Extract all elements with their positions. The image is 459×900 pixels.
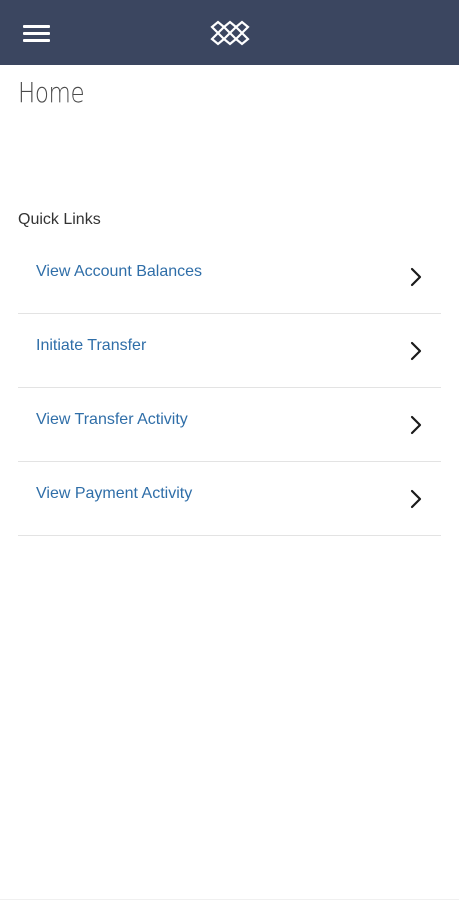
quick-link-view-payment-activity[interactable]: View Payment Activity [18,462,441,536]
quick-link-initiate-transfer[interactable]: Initiate Transfer [18,314,441,388]
quick-link-label[interactable]: View Transfer Activity [36,411,188,429]
app-screen: Home Quick Links View Account Balances I… [0,0,459,900]
menu-bar [22,31,50,35]
chevron-right-icon [410,489,422,509]
menu-bar [22,24,50,28]
hamburger-menu-icon[interactable] [14,14,58,52]
quick-link-view-transfer-activity[interactable]: View Transfer Activity [18,388,441,462]
quick-link-label[interactable]: View Payment Activity [36,485,192,503]
top-app-bar [0,0,459,65]
logo-icon [210,20,250,46]
quick-link-label[interactable]: Initiate Transfer [36,337,146,355]
quick-link-label[interactable]: View Account Balances [36,263,202,281]
menu-bar [22,38,50,42]
chevron-right-icon [410,415,422,435]
page-title: Home [18,76,85,109]
quick-link-view-account-balances[interactable]: View Account Balances [18,240,441,314]
chevron-right-icon [410,267,422,287]
quick-links-list: View Account Balances Initiate Transfer … [18,240,441,536]
chevron-right-icon [410,341,422,361]
quick-links-label: Quick Links [18,211,101,228]
